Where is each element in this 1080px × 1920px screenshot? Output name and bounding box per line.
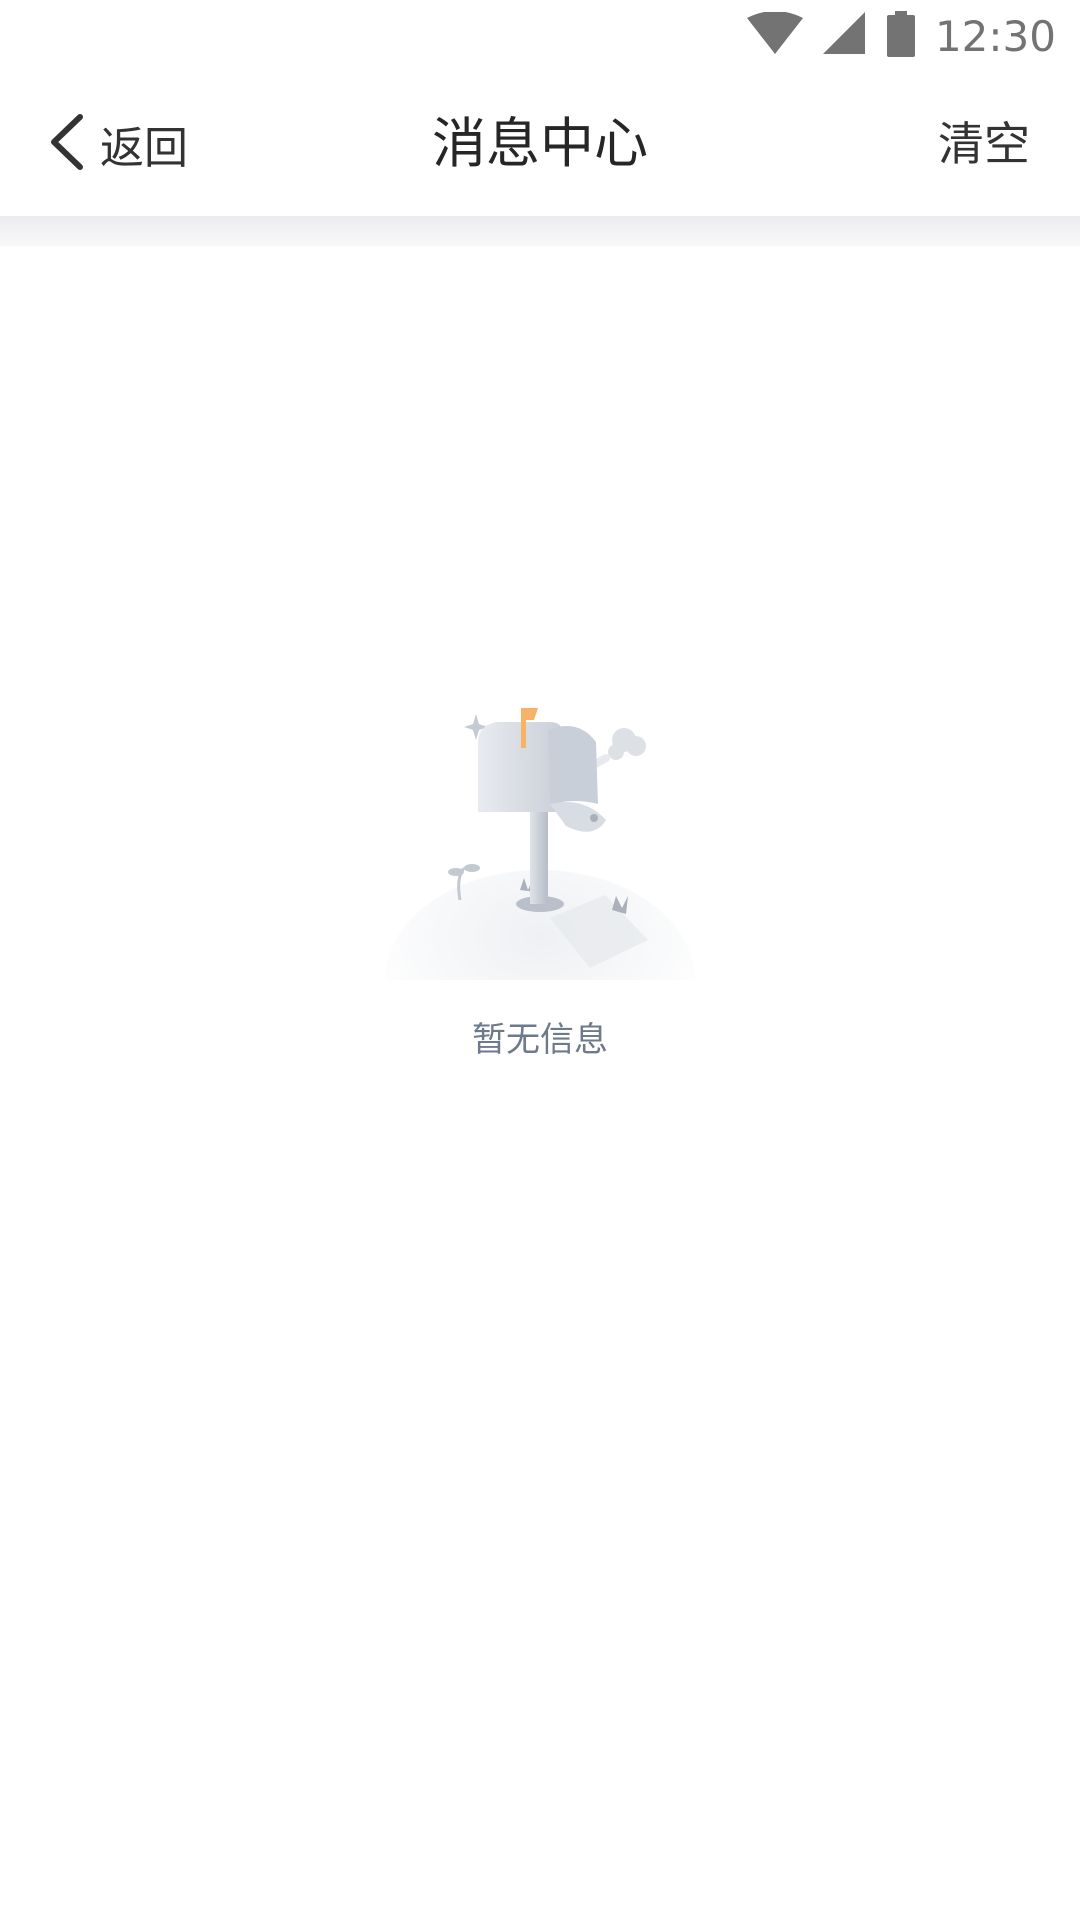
mailbox-illustration	[380, 700, 700, 1090]
battery-icon	[886, 11, 915, 61]
status-icons: 12:30	[746, 0, 1056, 72]
clear-button[interactable]: 清空	[938, 72, 1030, 216]
message-center-screen: 12:30 返回 消息中心 清空 暂无信息	[0, 0, 1080, 1920]
cell-signal-icon	[822, 12, 867, 60]
nav-divider	[0, 216, 1080, 246]
chevron-left-icon	[46, 113, 86, 175]
back-button[interactable]: 返回	[46, 72, 188, 216]
status-bar: 12:30	[0, 0, 1080, 72]
back-label: 返回	[100, 123, 188, 174]
empty-message: 暂无信息	[472, 1020, 608, 1060]
wifi-icon	[746, 11, 803, 60]
nav-bar: 返回 消息中心 清空	[0, 72, 1080, 216]
status-time: 12:30	[934, 11, 1056, 61]
